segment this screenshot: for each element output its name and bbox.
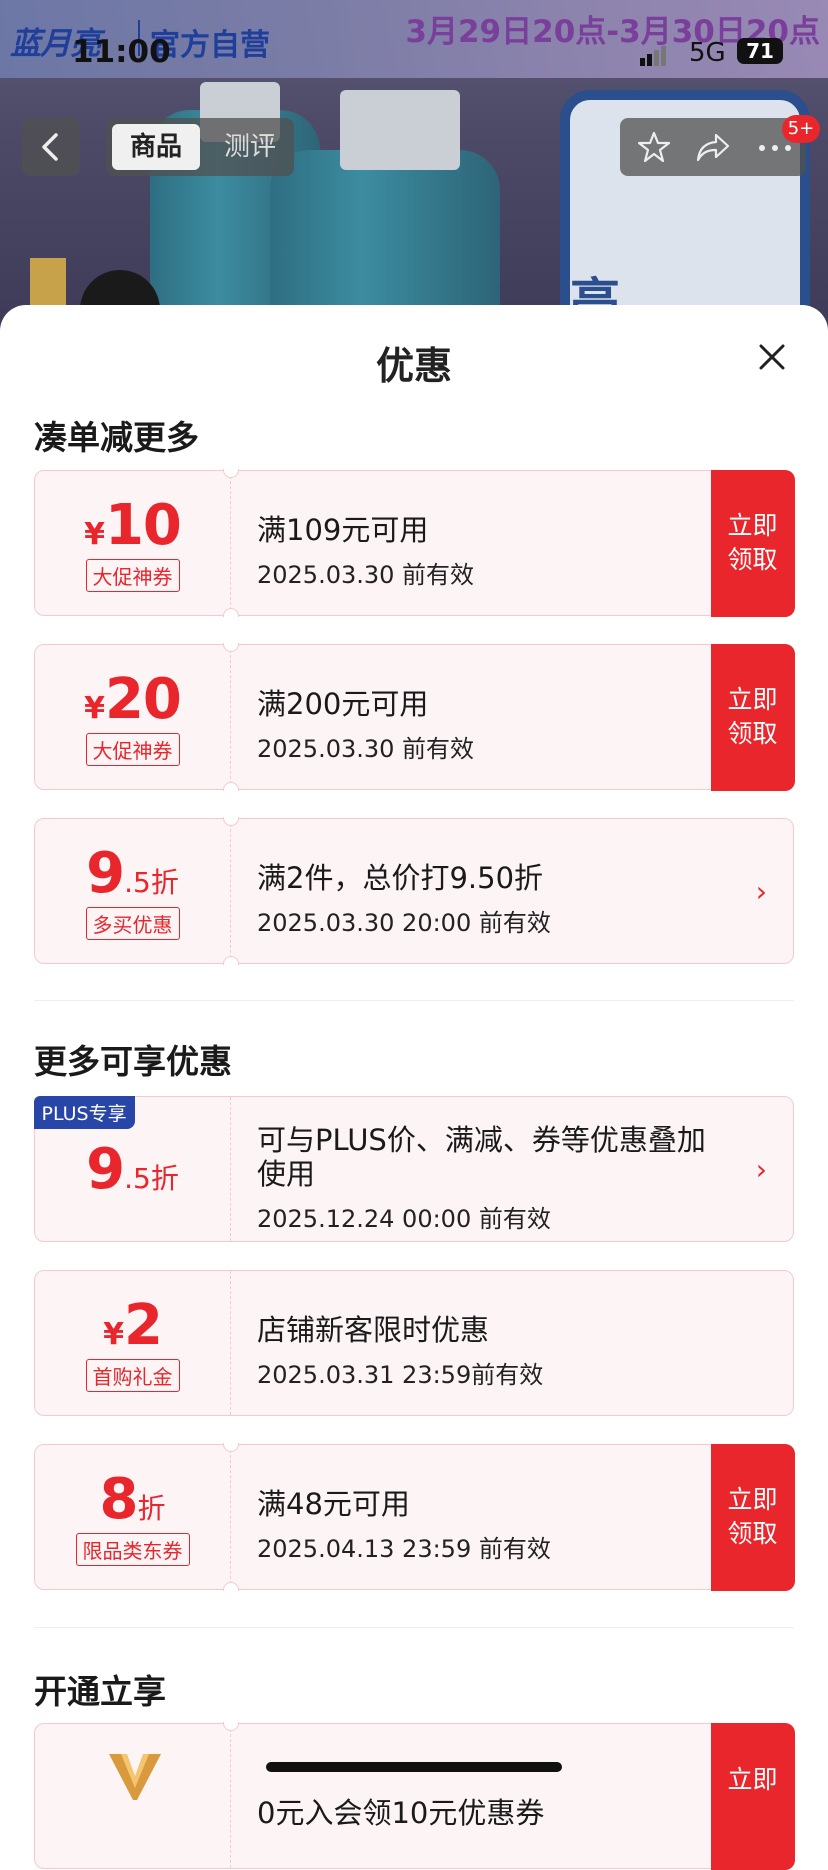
amount-number: 9 <box>86 1137 125 1202</box>
signal-icon <box>640 46 668 66</box>
amount-number: 8 <box>99 1467 139 1532</box>
coupon-amount: ¥20 <box>35 667 230 732</box>
coupon-card: 0元入会领10元优惠券 立即 <box>34 1722 795 1870</box>
home-indicator <box>266 1762 562 1772</box>
coupon-value: 8折 限品类东券 <box>35 1445 230 1589</box>
tab-review[interactable]: 测评 <box>206 124 294 170</box>
coupon-divider <box>230 471 231 615</box>
coupon-type-tag: 首购礼金 <box>85 1359 180 1392</box>
coupon-card: ¥20 大促神券 满200元可用 2025.03.30 前有效 立即领取 <box>34 643 795 791</box>
coupon-divider <box>230 1271 231 1415</box>
sheet-title: 优惠 <box>375 344 452 388</box>
chevron-left-icon <box>42 133 58 161</box>
coupon-condition: 0元入会领10元优惠券 <box>257 1796 545 1830</box>
product-tabs: 商品 测评 <box>106 118 294 176</box>
amount-suffix: 折 <box>137 1492 166 1525</box>
coupon-divider <box>230 645 231 789</box>
more-icon[interactable] <box>758 144 792 152</box>
coupon-validity: 2025.03.30 20:00 前有效 <box>257 909 551 937</box>
coupon-divider <box>230 1445 231 1589</box>
coupon-value: 9.5折 多买优惠 <box>35 819 230 963</box>
claim-label: 立即 <box>727 1485 778 1514</box>
coupon-value: ¥20 大促神券 <box>35 645 230 789</box>
coupon-validity: 2025.12.24 00:00 前有效 <box>257 1205 551 1233</box>
coupon-amount: 8折 <box>35 1467 230 1532</box>
coupon-value: ¥2 首购礼金 <box>35 1271 230 1415</box>
coupon-condition: 可与PLUS价、满减、券等优惠叠加 <box>257 1123 706 1157</box>
coupon-notch <box>223 1722 239 1731</box>
plus-exclusive-badge: PLUS专享 <box>33 1095 135 1129</box>
coupon-type-tag: 大促神券 <box>85 733 180 766</box>
coupon-card[interactable]: 9.5折 多买优惠 满2件，总价打9.50折 2025.03.30 20:00 … <box>34 817 794 965</box>
claim-label: 领取 <box>727 719 778 748</box>
product-bottle-image <box>270 150 500 330</box>
coupon-validity: 2025.03.30 前有效 <box>257 561 475 589</box>
back-button[interactable] <box>22 118 80 176</box>
nav-actions <box>620 118 806 176</box>
amount-number: 9 <box>86 841 125 906</box>
membership-logo-icon <box>109 1754 161 1800</box>
coupon-validity: 2025.03.30 前有效 <box>257 735 475 763</box>
coupon-amount: 9.5折 <box>35 1137 230 1202</box>
claim-label: 立即 <box>727 511 778 540</box>
coupon-condition: 满109元可用 <box>257 513 429 547</box>
star-icon[interactable] <box>638 131 670 163</box>
share-icon[interactable] <box>696 131 730 163</box>
coupon-validity: 2025.04.13 23:59 前有效 <box>257 1535 551 1563</box>
status-time: 11:00 <box>72 34 171 70</box>
coupon-condition: 满2件，总价打9.50折 <box>257 861 544 895</box>
chevron-right-icon: › <box>755 1153 767 1186</box>
section-title: 更多可享优惠 <box>34 1042 232 1081</box>
amount-suffix: .5折 <box>124 866 179 899</box>
coupon-card: ¥2 首购礼金 店铺新客限时优惠 2025.03.31 23:59前有效 <box>34 1270 794 1416</box>
section-title: 凑单减更多 <box>34 418 199 457</box>
coupon-card: 8折 限品类东券 满48元可用 2025.04.13 23:59 前有效 立即领… <box>34 1443 795 1591</box>
claim-button[interactable]: 立即 <box>710 1722 795 1870</box>
claim-label: 领取 <box>727 545 778 574</box>
coupon-divider <box>230 1724 231 1868</box>
claim-label: 领取 <box>727 1519 778 1548</box>
coupon-condition: 满200元可用 <box>257 687 429 721</box>
claim-label: 立即 <box>727 685 778 714</box>
currency-symbol: ¥ <box>103 1317 124 1352</box>
bottle-cap <box>340 90 460 170</box>
coupon-value: ¥10 大促神券 <box>35 471 230 615</box>
coupon-amount: 9.5折 <box>35 841 230 906</box>
coupon-divider <box>230 1097 231 1241</box>
coupon-condition: 使用 <box>257 1157 316 1191</box>
chevron-right-icon: › <box>755 875 767 908</box>
coupon-condition: 店铺新客限时优惠 <box>257 1313 490 1347</box>
coupon-type-tag: 限品类东券 <box>75 1533 190 1566</box>
amount-suffix: .5折 <box>124 1162 179 1195</box>
coupon-amount: ¥10 <box>35 493 230 558</box>
currency-symbol: ¥ <box>84 691 105 726</box>
coupon-divider <box>230 819 231 963</box>
close-icon[interactable] <box>752 337 792 377</box>
message-badge: 5+ <box>782 115 820 143</box>
claim-button[interactable]: 立即 领取 <box>710 469 795 617</box>
discount-sheet: 优惠 凑单减更多 ¥10 大促神券 满109元可用 2025.03.30 前有效… <box>0 305 828 1870</box>
amount-number: 20 <box>104 667 182 732</box>
claim-button[interactable]: 立即 领取 <box>710 1443 795 1591</box>
amount-number: 10 <box>104 493 182 558</box>
claim-button[interactable]: 立即 领取 <box>710 643 795 791</box>
claim-label: 立即 <box>727 1764 778 1794</box>
coupon-validity: 2025.03.31 23:59前有效 <box>257 1361 544 1389</box>
section-title: 开通立享 <box>34 1672 166 1711</box>
coupon-type-tag: 多买优惠 <box>85 907 180 940</box>
currency-symbol: ¥ <box>84 517 105 552</box>
coupon-type-tag: 大促神券 <box>85 559 180 592</box>
battery-icon: 71 <box>737 38 783 64</box>
network-label: 5G <box>689 38 726 68</box>
tab-product[interactable]: 商品 <box>112 124 200 170</box>
coupon-amount: ¥2 <box>35 1293 230 1358</box>
coupon-card[interactable]: 9.5折 PLUS专享 可与PLUS价、满减、券等优惠叠加 使用 2025.12… <box>33 1095 794 1242</box>
section-divider <box>34 1000 794 1001</box>
section-divider <box>34 1627 794 1628</box>
coupon-condition: 满48元可用 <box>257 1487 410 1521</box>
coupon-card: ¥10 大促神券 满109元可用 2025.03.30 前有效 立即领取 <box>34 469 795 617</box>
amount-number: 2 <box>123 1293 163 1358</box>
